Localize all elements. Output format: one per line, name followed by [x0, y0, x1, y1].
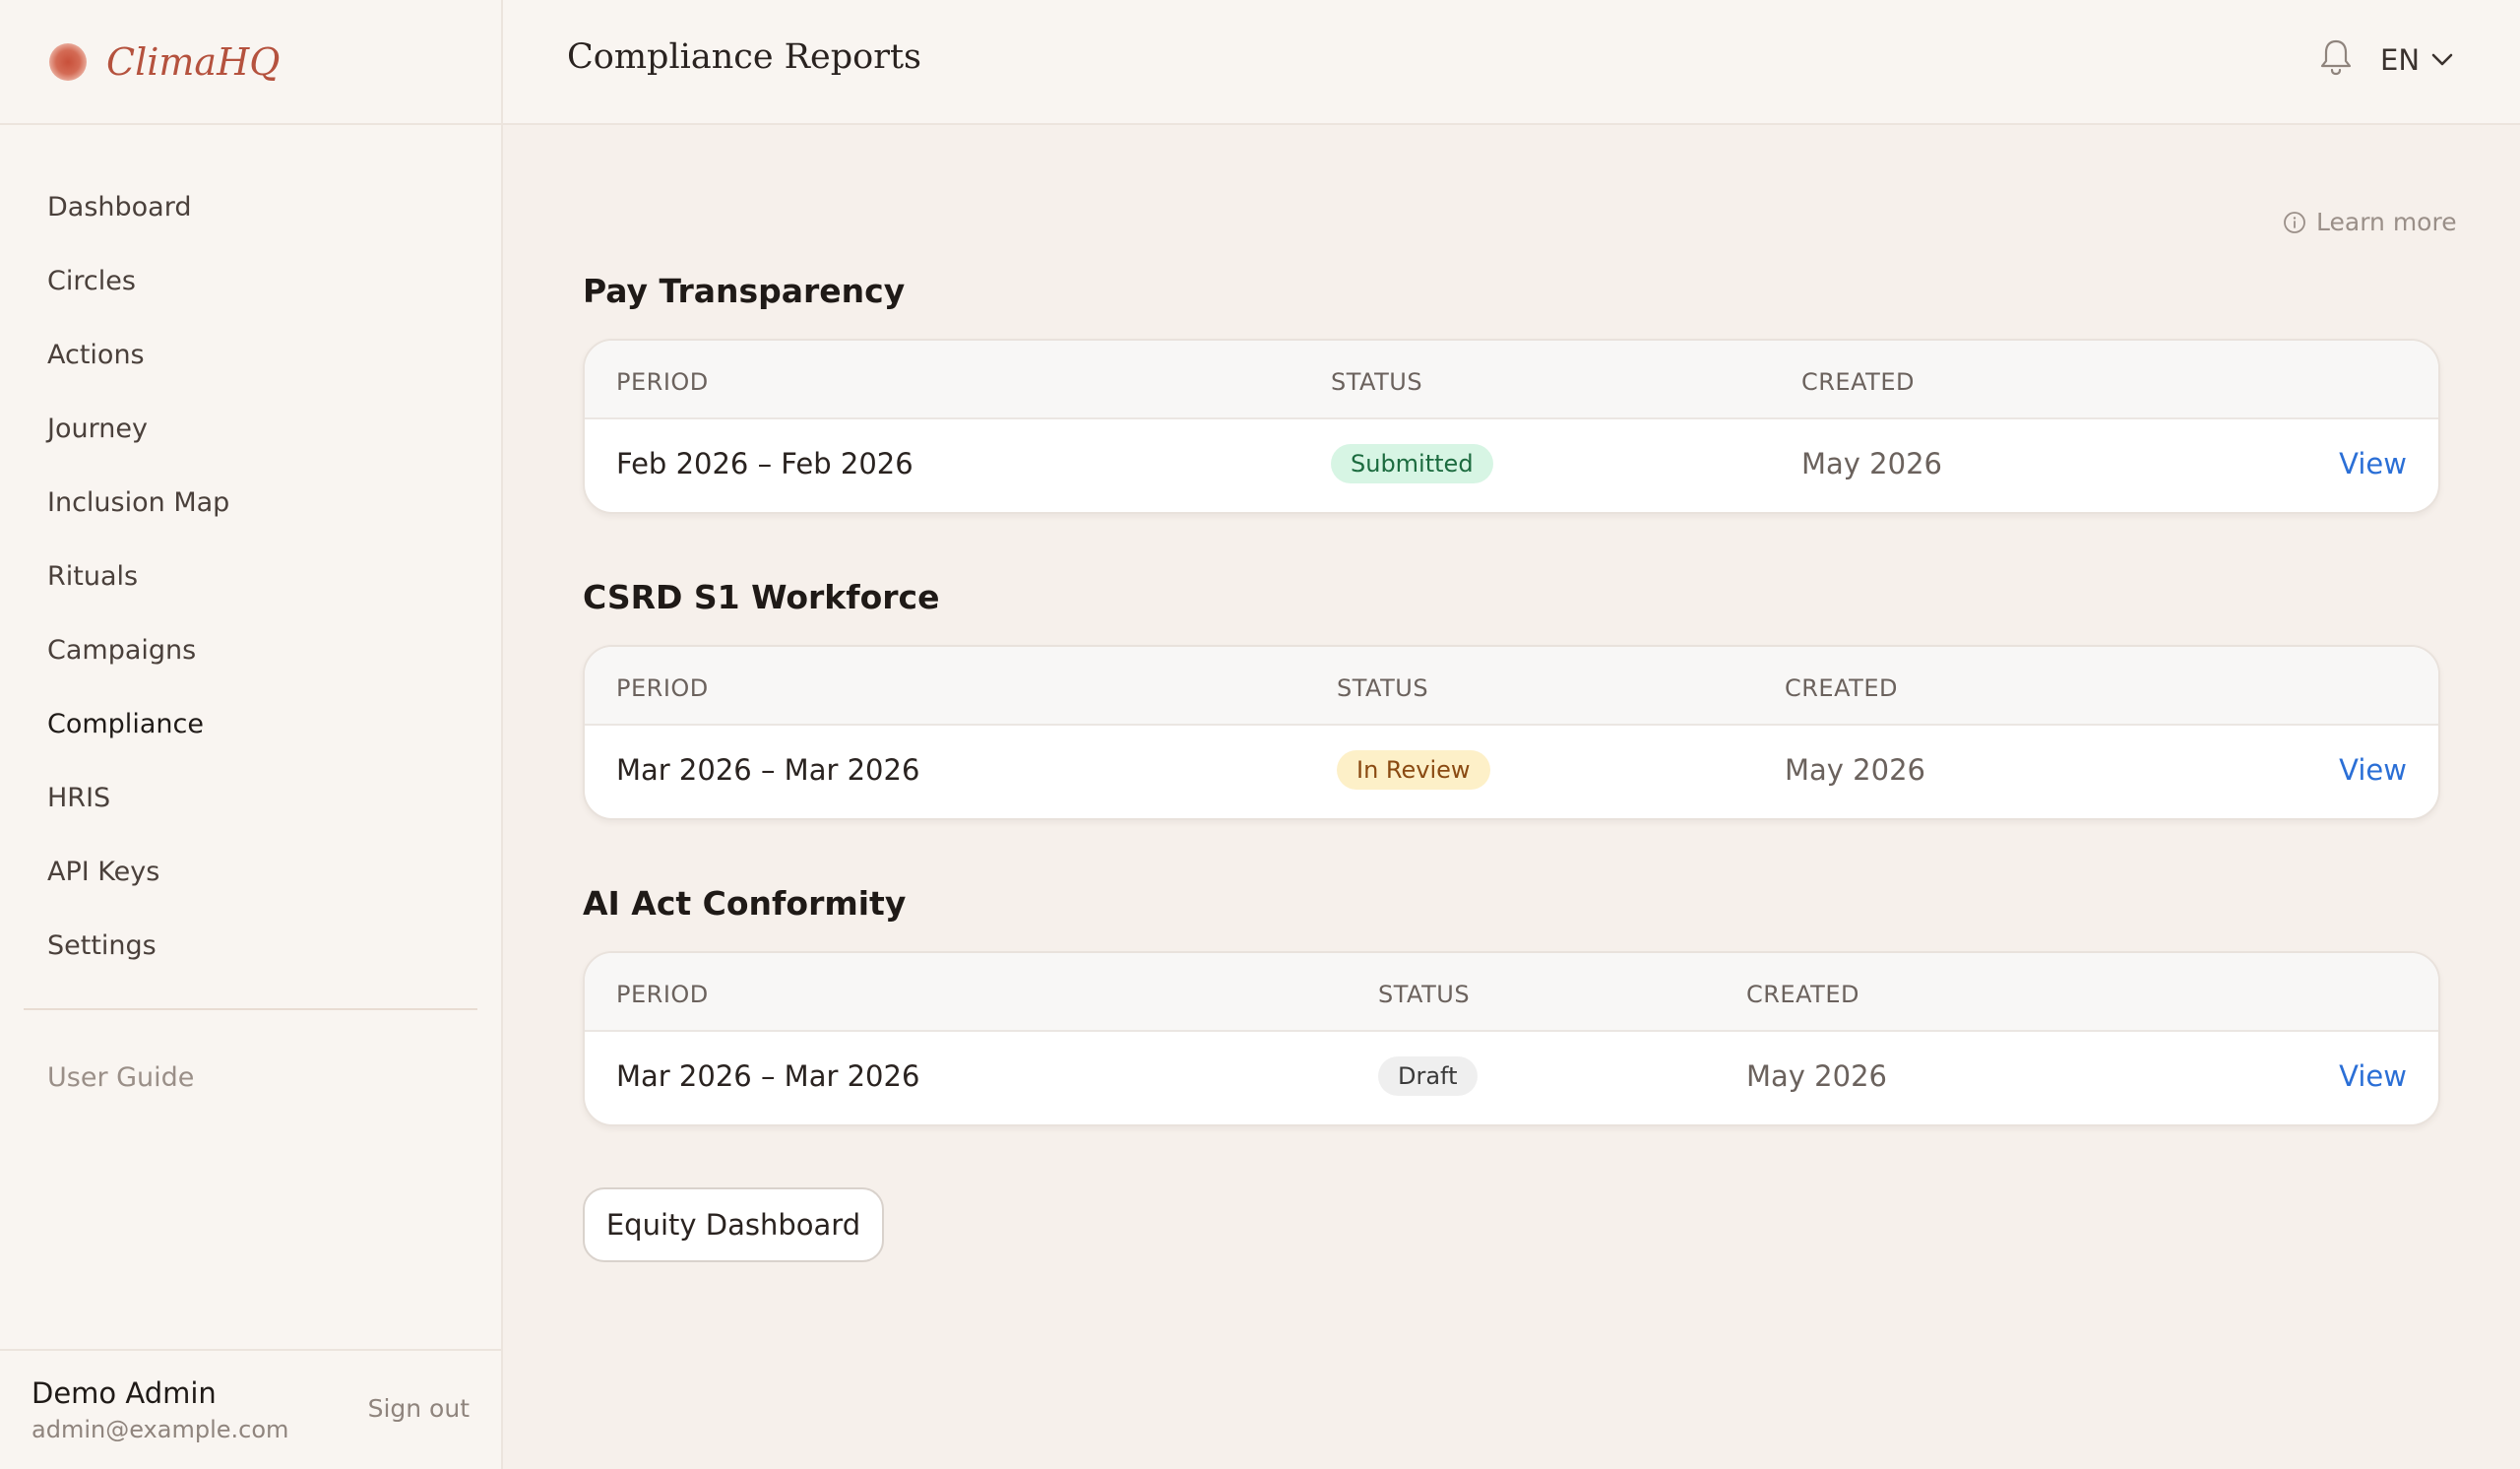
sidebar-item-compliance[interactable]: Compliance — [0, 687, 501, 761]
sidebar-item-settings[interactable]: Settings — [0, 909, 501, 983]
sidebar-item-api-keys[interactable]: API Keys — [0, 835, 501, 909]
language-selector[interactable]: EN — [2380, 43, 2453, 77]
table-header: PERIOD STATUS CREATED — [585, 647, 2438, 726]
column-period: PERIOD — [616, 368, 709, 396]
column-status: STATUS — [1378, 981, 1471, 1008]
view-link[interactable]: View — [2339, 447, 2407, 480]
column-created: CREATED — [1801, 368, 1915, 396]
table-row: Mar 2026 – Mar 2026 Draft May 2026 View — [585, 1032, 2438, 1124]
column-created: CREATED — [1785, 674, 1898, 702]
brand[interactable]: ClimaHQ — [0, 0, 501, 125]
report-card-pay-transparency: PERIOD STATUS CREATED Feb 2026 – Feb 202… — [583, 339, 2440, 514]
sidebar-item-campaigns[interactable]: Campaigns — [0, 613, 501, 687]
sidebar-item-circles[interactable]: Circles — [0, 244, 501, 318]
created-value: May 2026 — [1801, 447, 1942, 480]
period-value: Mar 2026 – Mar 2026 — [616, 753, 920, 787]
user-panel: Demo Admin admin@example.com Sign out — [0, 1349, 501, 1469]
sidebar: ClimaHQ Dashboard Circles Actions Journe… — [0, 0, 503, 1469]
chevron-down-icon — [2431, 53, 2453, 66]
column-period: PERIOD — [616, 674, 709, 702]
column-status: STATUS — [1337, 674, 1429, 702]
sidebar-item-actions[interactable]: Actions — [0, 318, 501, 392]
learn-more-label: Learn more — [2316, 208, 2457, 236]
report-title-pay-transparency: Pay Transparency — [583, 272, 906, 310]
info-icon — [2284, 211, 2305, 233]
period-value: Mar 2026 – Mar 2026 — [616, 1059, 920, 1093]
column-status: STATUS — [1331, 368, 1423, 396]
view-link[interactable]: View — [2339, 753, 2407, 787]
learn-more-link[interactable]: Learn more — [2283, 208, 2457, 236]
sign-out-button[interactable]: Sign out — [368, 1394, 470, 1423]
status-badge: In Review — [1337, 750, 1490, 790]
table-row: Feb 2026 – Feb 2026 Submitted May 2026 V… — [585, 419, 2438, 512]
bell-icon[interactable] — [2318, 37, 2354, 77]
created-value: May 2026 — [1785, 753, 1925, 787]
period-value: Feb 2026 – Feb 2026 — [616, 447, 914, 480]
app-name: ClimaHQ — [106, 39, 281, 84]
status-badge: Submitted — [1331, 444, 1493, 483]
table-header: PERIOD STATUS CREATED — [585, 953, 2438, 1032]
main-content: Learn more Pay Transparency PERIOD STATU… — [503, 125, 2520, 1469]
report-title-ai-act-conformity: AI Act Conformity — [583, 884, 907, 923]
sidebar-item-journey[interactable]: Journey — [0, 392, 501, 466]
table-header: PERIOD STATUS CREATED — [585, 341, 2438, 419]
sidebar-item-rituals[interactable]: Rituals — [0, 540, 501, 613]
sidebar-divider — [24, 1008, 477, 1010]
sidebar-item-inclusion-map[interactable]: Inclusion Map — [0, 466, 501, 540]
page-title: Compliance Reports — [567, 37, 921, 77]
view-link[interactable]: View — [2339, 1059, 2407, 1093]
report-card-ai-act-conformity: PERIOD STATUS CREATED Mar 2026 – Mar 202… — [583, 951, 2440, 1126]
column-created: CREATED — [1746, 981, 1859, 1008]
top-bar: Compliance Reports EN — [503, 0, 2520, 125]
equity-dashboard-button[interactable]: Equity Dashboard — [583, 1187, 884, 1262]
status-badge: Draft — [1378, 1056, 1478, 1096]
logo-icon — [49, 42, 87, 81]
created-value: May 2026 — [1746, 1059, 1887, 1093]
table-row: Mar 2026 – Mar 2026 In Review May 2026 V… — [585, 726, 2438, 818]
language-label: EN — [2380, 43, 2421, 77]
column-period: PERIOD — [616, 981, 709, 1008]
sidebar-item-hris[interactable]: HRIS — [0, 761, 501, 835]
sidebar-nav: Dashboard Circles Actions Journey Inclus… — [0, 125, 501, 983]
report-card-csrd-s1-workforce: PERIOD STATUS CREATED Mar 2026 – Mar 202… — [583, 645, 2440, 820]
sidebar-item-dashboard[interactable]: Dashboard — [0, 170, 501, 244]
user-guide-link[interactable]: User Guide — [0, 1028, 501, 1126]
report-title-csrd-s1-workforce: CSRD S1 Workforce — [583, 578, 940, 616]
